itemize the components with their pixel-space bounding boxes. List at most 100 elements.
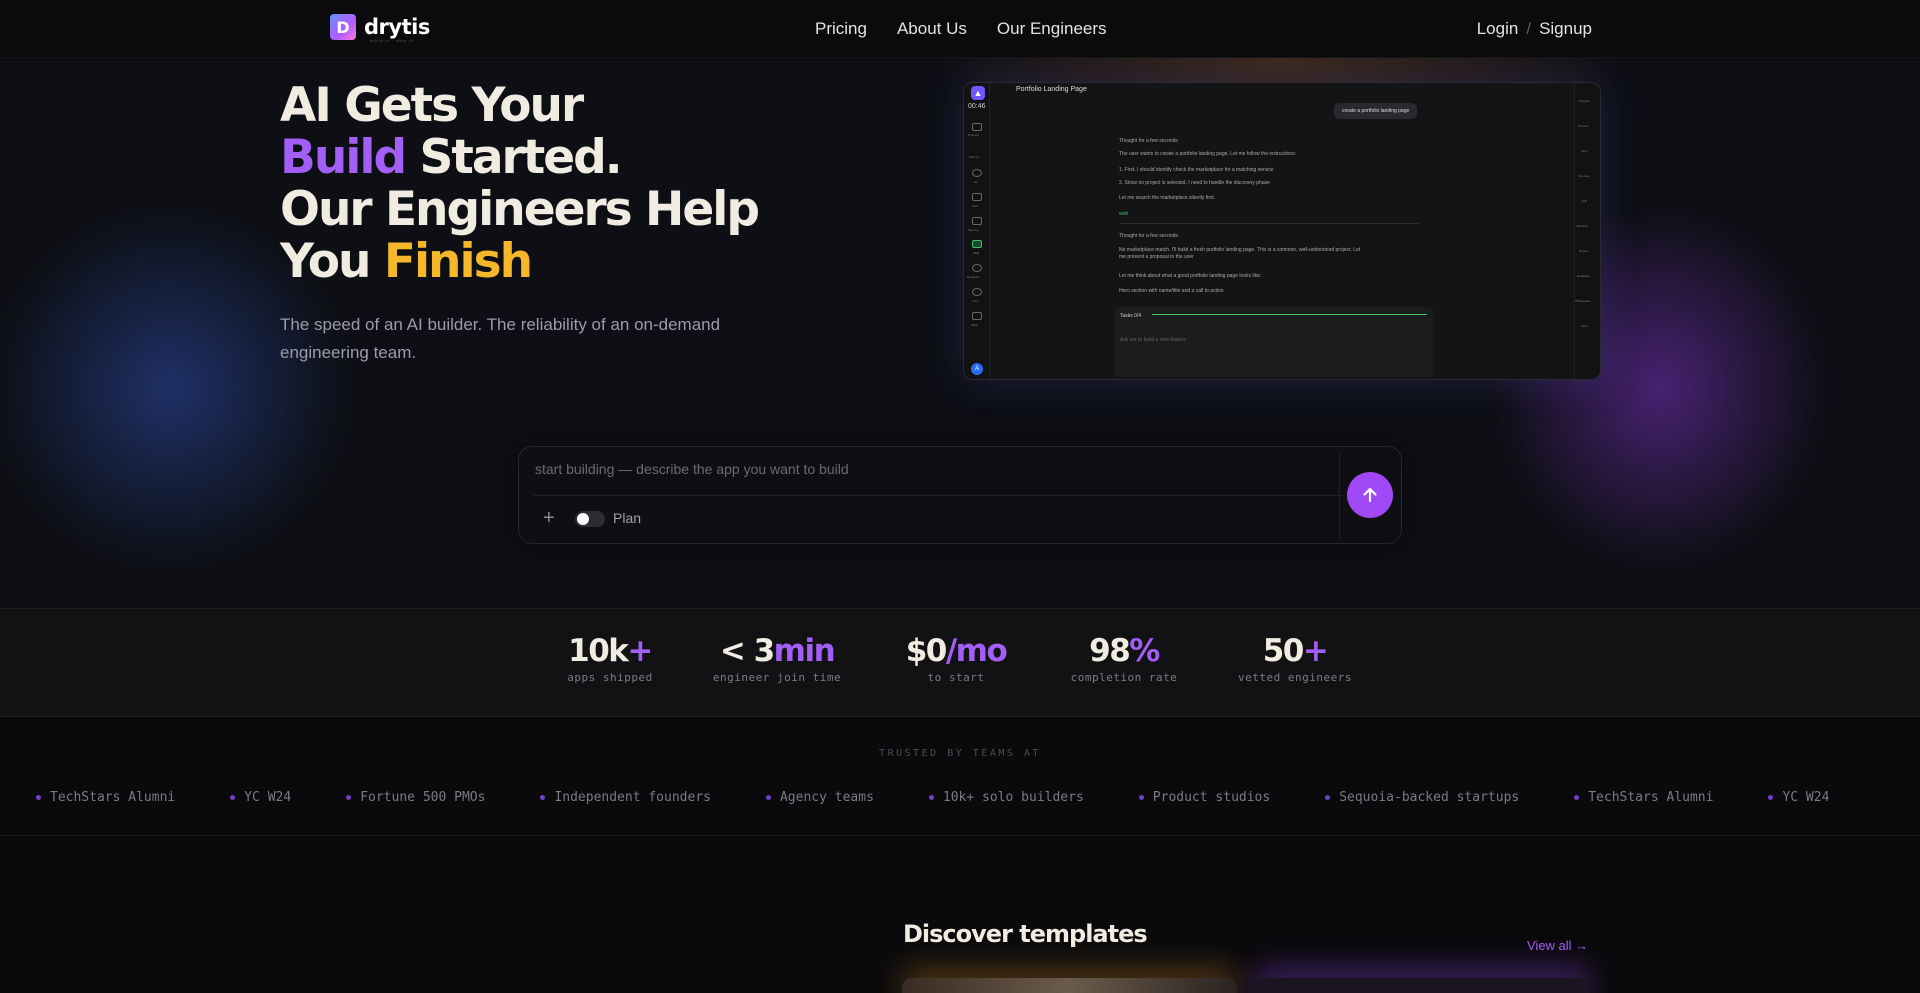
bullet-dot-icon: [230, 795, 236, 800]
trusted-item: YC W24: [1768, 790, 1829, 805]
stat-label: engineer join time: [712, 671, 842, 684]
prompt-box: + Plan: [518, 446, 1402, 544]
preview-title: Portfolio Landing Page: [1016, 86, 1087, 93]
bullet-dot-icon: [36, 795, 41, 800]
trusted-title: TRUSTED BY TEAMS AT: [879, 748, 1041, 759]
hero-line-4: You: [280, 234, 384, 289]
hero-subtitle: The speed of an AI builder. The reliabil…: [280, 315, 721, 362]
stat-value: 98: [1089, 633, 1131, 669]
preview-tasks: Tasks 0/4: [1120, 313, 1142, 319]
video-icon: [972, 217, 982, 225]
preview-nav-diffs: Diffs: [972, 204, 978, 208]
trusted-item-label: YC W24: [1782, 790, 1830, 805]
preview-text-5: Let me think about what a good portfolio…: [1119, 273, 1262, 279]
nav-link-pricing[interactable]: Pricing: [815, 19, 867, 39]
stat-accent: min: [773, 633, 836, 669]
preview-user-message: create a portfolio landing page: [1334, 103, 1418, 119]
nav-link-engineers[interactable]: Our Engineers: [997, 19, 1107, 39]
preview-thought-2: Thought for a few seconds: [1119, 233, 1178, 239]
stat-engineer-join-time: < 3min engineer join time: [702, 633, 852, 684]
arrow-up-icon: [1363, 487, 1377, 503]
preview-rnav-more: More: [1581, 324, 1588, 328]
trusted-item-label: Fortune 500 PMOs: [360, 790, 486, 805]
folder-icon: [972, 123, 982, 131]
logo-mark-icon: D: [330, 14, 356, 40]
send-button[interactable]: [1347, 472, 1393, 518]
hero-accent-finish: Finish: [383, 234, 533, 289]
add-attachment-button[interactable]: +: [543, 507, 555, 530]
template-card[interactable]: [902, 978, 1237, 993]
stat-accent: +: [627, 633, 653, 669]
preview-rnav-preview: Preview: [1578, 124, 1589, 128]
plan-toggle[interactable]: [575, 511, 605, 527]
preview-rnav-database: Database: [1577, 274, 1590, 278]
stat-label: apps shipped: [567, 671, 653, 684]
bullet-dot-icon: [346, 795, 352, 800]
stat-value: $0: [905, 633, 948, 669]
preview-nav-meeting: Meeting: [968, 228, 979, 232]
prompt-input[interactable]: [535, 461, 1335, 477]
stats-bar: 10k+ apps shipped < 3min engineer join t…: [0, 608, 1920, 717]
hero-title: AI Gets Your Build Started. Our Engineer…: [280, 78, 760, 289]
trusted-item-label: 10k+ solo builders: [942, 790, 1084, 805]
trusted-item: TechStars Alumni: [1574, 790, 1713, 805]
template-card[interactable]: [1255, 978, 1590, 993]
preview-step-2: 2. Since no project is selected, I need …: [1119, 180, 1270, 186]
preview-rnav-identities: Identities: [1576, 224, 1589, 228]
nav-link-about[interactable]: About Us: [897, 19, 967, 39]
help-icon: [972, 240, 982, 248]
preview-nav-planner: Planner: [969, 155, 980, 159]
preview-rnav-files: Files: [1581, 149, 1588, 153]
preview-avatar: A: [971, 363, 983, 375]
trusted-item-label: TechStars Alumni: [50, 790, 176, 805]
hero-accent-build: Build: [280, 130, 407, 185]
plan-toggle-knob: [577, 513, 589, 525]
preview-nav-projects: Projects: [968, 133, 979, 137]
info-icon: [972, 169, 982, 177]
preview-logo-icon: ▲: [971, 86, 985, 100]
trusted-item: Agency teams: [765, 790, 874, 805]
trusted-item: Fortune 500 PMOs: [346, 790, 485, 805]
auth-links: Login / Signup: [1477, 19, 1592, 39]
doc-icon: [972, 312, 982, 320]
preview-input-panel: Tasks 0/4 Ask me to build a new feature: [1114, 307, 1434, 377]
trusted-item: TechStars Alumni: [36, 790, 175, 805]
product-preview: ▲ 00:46 Projects Planner Info Diffs Meet…: [963, 82, 1601, 380]
bullet-dot-icon: [1325, 795, 1331, 800]
trusted-item: Product studios: [1138, 790, 1270, 805]
preview-task-progress: [1152, 314, 1427, 315]
trusted-item-label: YC W24: [244, 790, 292, 805]
preview-thought-1: Thought for a few seconds: [1119, 138, 1178, 144]
trusted-marquee: TechStars Alumni YC W24 Fortune 500 PMOs…: [36, 790, 1829, 805]
preview-left-sidebar: ▲ 00:46 Projects Planner Info Diffs Meet…: [964, 83, 990, 379]
view-all-link[interactable]: View all →: [1527, 938, 1588, 953]
preview-rnav-edit: Edit: [1582, 199, 1588, 203]
signup-link[interactable]: Signup: [1539, 19, 1592, 39]
preview-rnav-terminal: Terminal: [1578, 174, 1590, 178]
stat-apps-shipped: 10k+ apps shipped: [545, 633, 675, 684]
preview-nav-help: Help: [973, 251, 980, 255]
logo[interactable]: D drytis build it · ship it: [330, 14, 430, 43]
trusted-item-label: Sequoia-backed startups: [1339, 790, 1520, 805]
templates-title: Discover templates: [903, 920, 1148, 948]
trusted-item: YC W24: [230, 790, 291, 805]
hero-line-1: AI Gets Your: [280, 78, 584, 133]
preview-step-1: 1. First, I should identify check the ma…: [1119, 167, 1274, 173]
trusted-item-label: TechStars Alumni: [1588, 790, 1714, 805]
stat-value: < 3: [719, 633, 775, 669]
preview-text-3: No marketplace match. I'll build a fresh…: [1119, 247, 1361, 253]
bullet-dot-icon: [1574, 795, 1580, 800]
preview-rnav-whitespace: Whitespace: [1575, 299, 1591, 303]
stat-price: $0/mo to start: [891, 633, 1021, 684]
preview-bullet: Hero section with name/title and a call …: [1119, 288, 1224, 294]
stat-accent: /mo: [945, 633, 1008, 669]
preview-text-1: The user wants to create a portfolio lan…: [1119, 151, 1297, 157]
brand-tagline: build it · ship it: [370, 38, 414, 43]
preview-nav-skills: Skills: [971, 323, 979, 327]
prompt-vertical-divider: [1339, 453, 1340, 539]
plan-label: Plan: [613, 510, 642, 526]
hero-section: AI Gets Your Build Started. Our Engineer…: [0, 58, 1920, 608]
trusted-item: Independent founders: [540, 790, 711, 805]
diff-icon: [972, 193, 982, 201]
login-link[interactable]: Login: [1477, 19, 1519, 39]
